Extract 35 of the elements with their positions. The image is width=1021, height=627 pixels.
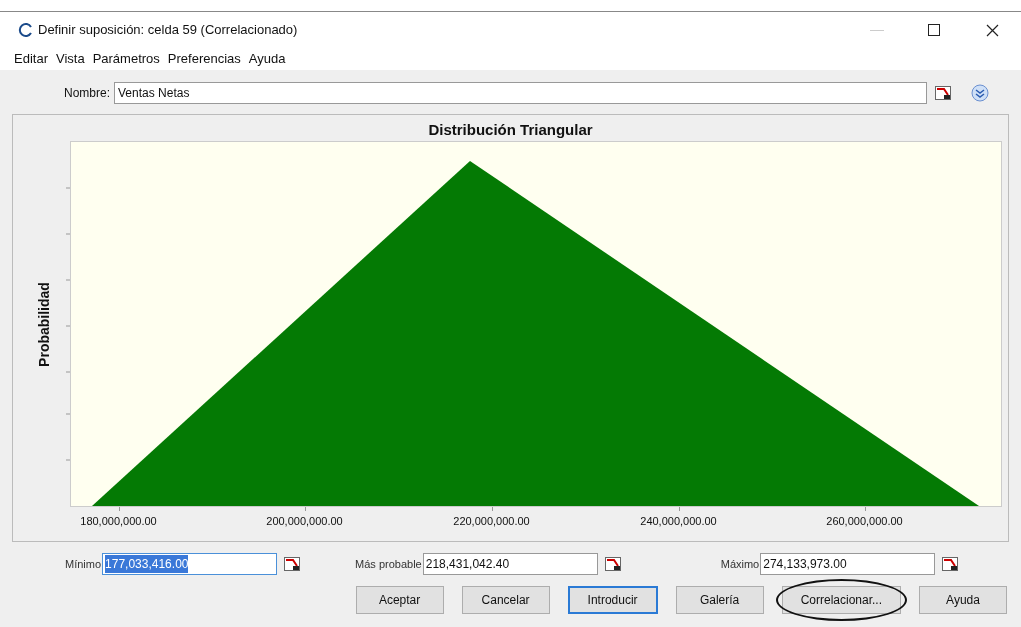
parameter-field[interactable]: 177,033,416.00 bbox=[102, 553, 278, 575]
menu-item[interactable]: Parámetros bbox=[92, 49, 160, 69]
expand-icon[interactable] bbox=[971, 84, 989, 102]
x-tick-label: 200,000,000.00 bbox=[266, 514, 343, 529]
menu-item[interactable]: Vista bbox=[55, 49, 85, 69]
name-field[interactable]: Ventas Netas bbox=[114, 82, 927, 104]
x-tick-label: 240,000,000.00 bbox=[640, 514, 717, 529]
parameter-label: Más probable bbox=[355, 556, 422, 572]
parameter-label: Máximo bbox=[720, 556, 760, 572]
close-icon[interactable] bbox=[986, 23, 999, 37]
maximize-icon[interactable] bbox=[928, 24, 940, 36]
app-icon bbox=[18, 22, 34, 38]
parameter-label: Mínimo bbox=[65, 556, 102, 572]
menu-item[interactable]: Editar bbox=[14, 49, 48, 69]
cell-reference-icon[interactable] bbox=[284, 557, 301, 571]
parameter-field[interactable]: 218,431,042.40 bbox=[422, 553, 598, 575]
dialog-button[interactable]: Introducir bbox=[567, 586, 658, 614]
parameter-field[interactable]: 274,133,973.00 bbox=[760, 553, 936, 575]
x-tick-label: 260,000,000.00 bbox=[826, 514, 903, 529]
dialog-button[interactable]: Correlacionar... bbox=[781, 586, 901, 614]
cell-reference-icon[interactable] bbox=[935, 86, 951, 100]
dialog-button[interactable]: Galería bbox=[675, 586, 764, 614]
dialog-button[interactable]: Ayuda bbox=[919, 586, 1007, 614]
cell-reference-icon[interactable] bbox=[942, 557, 959, 571]
cell-reference-icon[interactable] bbox=[604, 557, 621, 571]
dialog-button[interactable]: Cancelar bbox=[461, 586, 550, 614]
menu-item[interactable]: Preferencias bbox=[167, 49, 241, 69]
dialog-button[interactable]: Aceptar bbox=[355, 586, 444, 614]
name-label: Nombre: bbox=[64, 85, 110, 102]
x-tick-label: 180,000,000.00 bbox=[80, 514, 157, 529]
window-title: Definir suposición: celda 59 (Correlacionado) bbox=[38, 21, 298, 40]
chart-title: Distribución Triangular bbox=[428, 120, 593, 140]
menu-item[interactable]: Ayuda bbox=[248, 49, 286, 69]
y-axis-label: Probabilidad bbox=[35, 281, 53, 367]
x-tick-label: 220,000,000.00 bbox=[453, 514, 530, 529]
